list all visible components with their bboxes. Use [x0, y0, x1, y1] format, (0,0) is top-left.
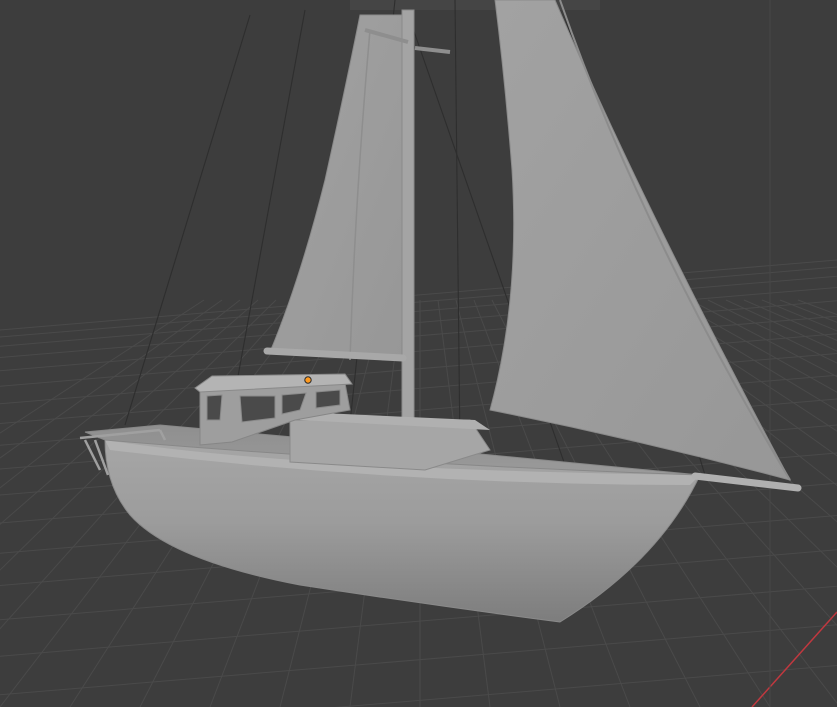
grid-line	[779, 299, 837, 323]
spreader-right	[414, 46, 451, 54]
object-origin-point[interactable]	[304, 376, 312, 384]
main-sail[interactable]	[269, 14, 404, 361]
viewport-canvas[interactable]	[0, 0, 837, 707]
3d-viewport[interactable]	[0, 0, 837, 707]
grid-line	[761, 299, 837, 332]
mast[interactable]	[401, 9, 415, 426]
grid-line	[743, 299, 837, 341]
grid-line	[334, 664, 837, 707]
x-axis-line	[751, 611, 837, 707]
grid-line	[0, 624, 837, 696]
jib-sail[interactable]	[489, 0, 791, 481]
grid-line	[797, 299, 837, 316]
grid-line	[0, 259, 837, 331]
